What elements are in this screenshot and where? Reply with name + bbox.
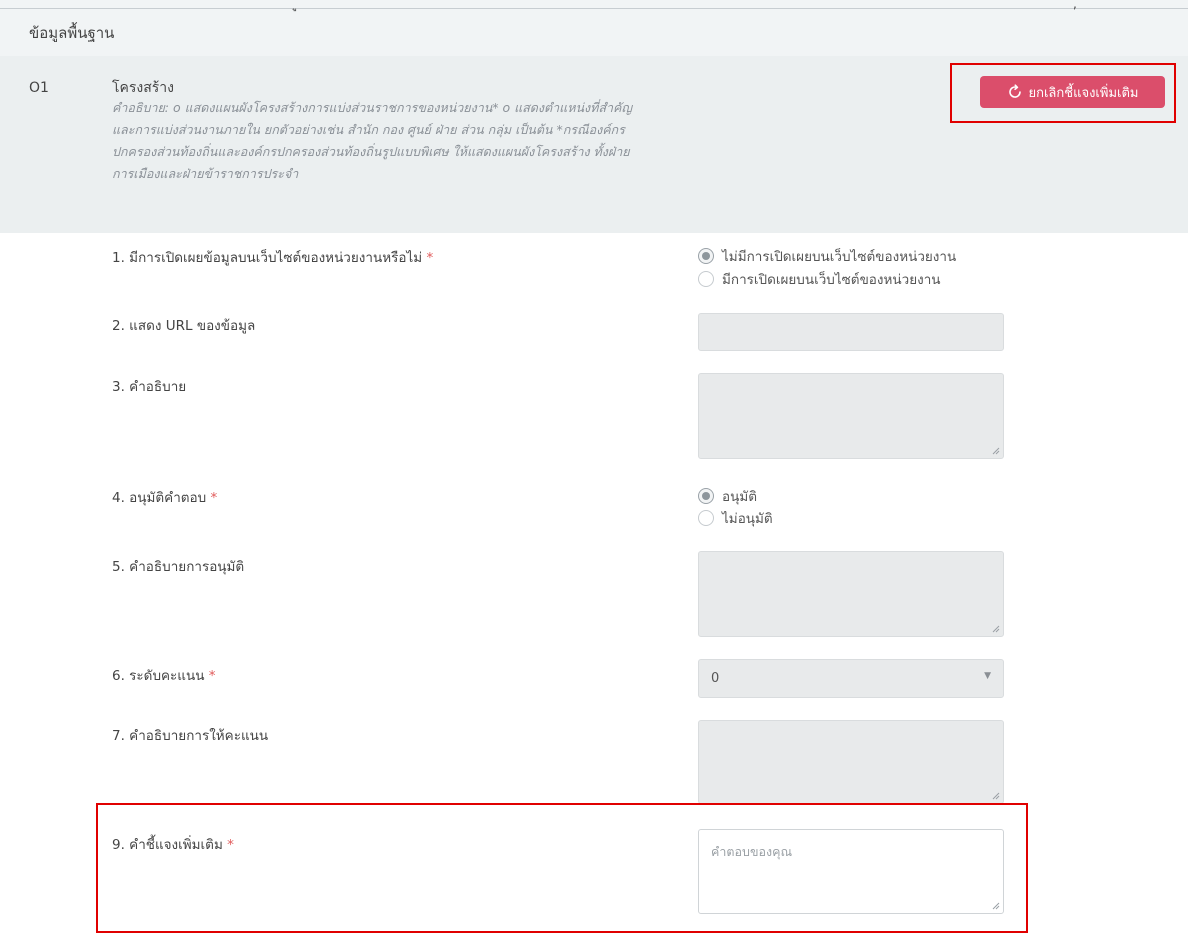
top-divider [0, 8, 1188, 9]
resize-handle-icon[interactable] [992, 447, 1000, 455]
resize-handle-icon[interactable] [992, 625, 1000, 633]
required-mark: * [210, 490, 218, 506]
radio-checked[interactable] [698, 248, 714, 264]
q4-option-reject[interactable]: ไม่อนุมัติ [698, 507, 773, 529]
question-6-text: 6. ระดับคะแนน [112, 668, 205, 684]
score-level-select[interactable]: 0 ▼ [698, 659, 1004, 698]
q1-option-2-label: มีการเปิดเผยบนเว็บไซต์ของหน่วยงาน [722, 272, 941, 288]
q4-option-1-label: อนุมัติ [722, 489, 758, 505]
answer-placeholder: คำตอบของคุณ [711, 844, 793, 859]
required-mark: * [208, 668, 216, 684]
caret-down-icon: ▼ [984, 671, 991, 681]
q1-option-not-published[interactable]: ไม่มีการเปิดเผยบนเว็บไซต์ของหน่วยงาน [698, 245, 956, 267]
item-description: คำอธิบาย: o แสดงแผนผังโครงสร้างการแบ่งส่… [112, 100, 633, 181]
q1-option-1-label: ไม่มีการเปิดเผยบนเว็บไซต์ของหน่วยงาน [722, 249, 957, 265]
q4-option-approve[interactable]: อนุมัติ [698, 485, 757, 507]
highlight-box-button [950, 63, 1176, 123]
radio-unchecked[interactable] [698, 510, 714, 526]
score-level-value: 0 [711, 671, 720, 686]
section-title: ข้อมูลพื้นฐาน [29, 24, 115, 42]
url-input[interactable] [698, 313, 1004, 351]
resize-handle-icon[interactable] [992, 792, 1000, 800]
question-9-label: 9. คำชี้แจงเพิ่มเติม * [112, 833, 234, 855]
q4-option-2-label: ไม่อนุมัติ [722, 511, 773, 527]
item-title: โครงสร้าง [112, 80, 175, 96]
score-description-textarea[interactable] [698, 720, 1004, 804]
question-9-text: 9. คำชี้แจงเพิ่มเติม [112, 837, 223, 853]
radio-unchecked[interactable] [698, 271, 714, 287]
additional-explanation-textarea[interactable]: คำตอบของคุณ [698, 829, 1004, 914]
radio-checked[interactable] [698, 488, 714, 504]
required-mark: * [426, 250, 434, 266]
question-4-text: 4. อนุมัติคำตอบ [112, 490, 207, 506]
question-6-label: 6. ระดับคะแนน * [112, 664, 216, 686]
q1-option-published[interactable]: มีการเปิดเผยบนเว็บไซต์ของหน่วยงาน [698, 268, 941, 290]
question-4-label: 4. อนุมัติคำตอบ * [112, 486, 217, 508]
approval-description-textarea[interactable] [698, 551, 1004, 637]
question-3-label: 3. คำอธิบาย [112, 379, 187, 395]
top-cutoff-glyph-right: , [1073, 0, 1077, 11]
item-code: O1 [29, 80, 49, 96]
resize-handle-icon[interactable] [992, 902, 1000, 910]
description-textarea[interactable] [698, 373, 1004, 459]
question-5-label: 5. คำอธิบายการอนุมัติ [112, 559, 245, 575]
question-1-text: 1. มีการเปิดเผยข้อมูลบนเว็บไซต์ของหน่วยง… [112, 250, 423, 266]
required-mark: * [227, 837, 234, 853]
question-1-label: 1. มีการเปิดเผยข้อมูลบนเว็บไซต์ของหน่วยง… [112, 246, 433, 268]
question-7-label: 7. คำอธิบายการให้คะแนน [112, 728, 269, 744]
question-2-label: 2. แสดง URL ของข้อมูล [112, 318, 256, 334]
